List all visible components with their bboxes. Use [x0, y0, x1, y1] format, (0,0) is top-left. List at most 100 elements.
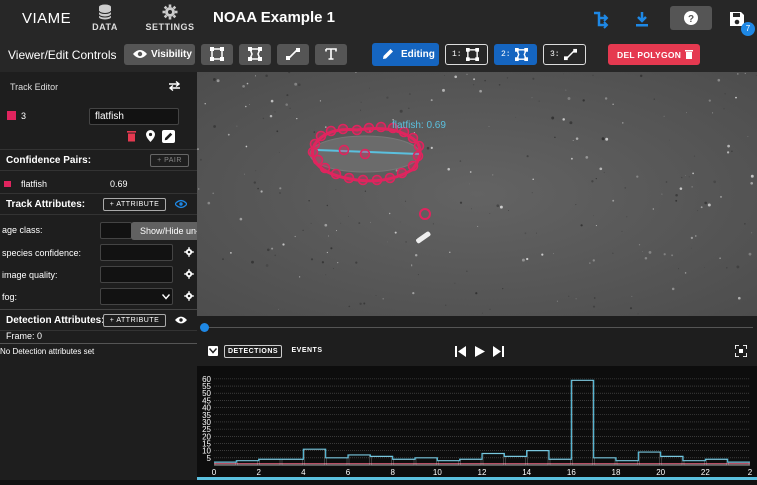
speck: [257, 187, 259, 190]
species-confidence-input[interactable]: [100, 244, 173, 261]
polygon-handle[interactable]: [351, 124, 363, 136]
speck: [394, 231, 397, 234]
eye-icon[interactable]: [175, 315, 187, 325]
speck: [502, 288, 504, 290]
visibility-button[interactable]: Visibility: [124, 44, 195, 65]
polygon-handle[interactable]: [343, 172, 355, 184]
polygon-handle[interactable]: [315, 130, 327, 142]
skip-previous-icon[interactable]: [455, 346, 466, 357]
polygon-handle[interactable]: [363, 122, 375, 134]
image-viewer[interactable]: flatfish: 0.69: [197, 72, 757, 316]
speck: [750, 174, 754, 178]
speck: [688, 176, 690, 178]
mode-polygon-button[interactable]: 2:: [494, 44, 537, 65]
age-class-input[interactable]: [100, 222, 132, 239]
speck: [484, 79, 486, 82]
line-visibility-button[interactable]: [277, 44, 309, 65]
polygon-handle[interactable]: [330, 168, 342, 180]
speck: [708, 99, 711, 102]
speck: [624, 186, 627, 189]
track-type-input[interactable]: flatfish: [89, 108, 179, 125]
polygon-handle[interactable]: [375, 121, 387, 133]
delete-polygon-label: DEL POLYGON: [617, 50, 682, 60]
gear-icon[interactable]: [184, 269, 194, 279]
mode-rectangle-button[interactable]: 1:: [445, 44, 488, 65]
speck: [360, 101, 362, 103]
polygon-handle[interactable]: [407, 132, 419, 144]
collapse-toggle[interactable]: [208, 346, 218, 356]
nav-data-button[interactable]: DATA: [78, 2, 132, 36]
edit-track-button[interactable]: [162, 130, 175, 143]
bar-outline: [259, 459, 281, 466]
polygon-handle[interactable]: [396, 167, 408, 179]
add-detection-attribute-button[interactable]: + ATTRIBUTE: [103, 314, 166, 327]
play-icon[interactable]: [475, 346, 485, 357]
polygon-handle[interactable]: [337, 123, 349, 135]
timeline-handle[interactable]: [200, 323, 209, 332]
speck: [692, 172, 694, 175]
gear-icon[interactable]: [184, 247, 194, 257]
speck: [719, 257, 721, 259]
speck: [310, 222, 312, 224]
timeline-slider[interactable]: [197, 316, 757, 338]
delete-polygon-button[interactable]: DEL POLYGON: [608, 44, 700, 65]
app-brand[interactable]: VIAME: [22, 10, 71, 27]
speck: [335, 189, 337, 191]
fullscreen-icon[interactable]: [735, 345, 747, 357]
gear-icon[interactable]: [184, 291, 194, 301]
merge-icon[interactable]: [590, 9, 610, 29]
polygon-handle[interactable]: [325, 125, 337, 137]
nav-settings-button[interactable]: SETTINGS: [143, 2, 197, 36]
polygon-handle[interactable]: [371, 174, 383, 186]
speck: [551, 116, 555, 120]
mode-line-label: 3:: [550, 50, 560, 59]
eye-icon[interactable]: [175, 199, 187, 209]
polygon-handle[interactable]: [359, 148, 371, 160]
trash-icon[interactable]: [127, 130, 136, 142]
polygon-handle[interactable]: [307, 146, 319, 158]
x-tick-label: 18: [612, 468, 621, 477]
speck: [375, 294, 377, 297]
polygon-handle[interactable]: [384, 172, 396, 184]
swap-icon[interactable]: [168, 81, 181, 91]
speck: [472, 84, 475, 86]
tab-events[interactable]: EVENTS: [289, 345, 325, 358]
app-header: VIAME DATA SETTINGS NOAA Example 1 ? 7: [0, 0, 757, 38]
track-color-swatch: [7, 111, 16, 120]
image-quality-input[interactable]: [100, 266, 173, 283]
track-attributes-title: Track Attributes:: [6, 199, 86, 210]
speck: [479, 89, 482, 93]
speck: [447, 167, 450, 171]
text-icon: [325, 48, 337, 60]
bar-outline: [237, 460, 258, 466]
speck: [580, 224, 583, 227]
speck: [473, 78, 476, 81]
polygon-handle[interactable]: [407, 160, 419, 172]
add-pair-button[interactable]: + PAIR: [150, 154, 189, 167]
polygon-handle[interactable]: [412, 150, 424, 162]
speck: [212, 77, 216, 81]
polygon-handle[interactable]: [413, 140, 425, 152]
viewer-canvas[interactable]: flatfish: 0.69: [197, 72, 757, 316]
map-marker-icon[interactable]: [146, 130, 155, 142]
save-count-badge: 7: [741, 22, 755, 36]
download-icon[interactable]: [632, 9, 652, 29]
polygon-handle[interactable]: [338, 144, 350, 156]
skip-next-icon[interactable]: [493, 346, 504, 357]
tab-detections[interactable]: DETECTIONS: [224, 345, 282, 358]
mode-line-button[interactable]: 3:: [543, 44, 586, 65]
add-track-attribute-button[interactable]: + ATTRIBUTE: [103, 198, 166, 211]
rectangle-visibility-button[interactable]: [201, 44, 233, 65]
help-button[interactable]: ?: [670, 6, 712, 30]
polygon-handle[interactable]: [319, 162, 331, 174]
speck: [735, 96, 737, 99]
speck: [319, 100, 322, 102]
text-visibility-button[interactable]: [315, 44, 347, 65]
polygon-handle[interactable]: [357, 174, 369, 186]
fog-select[interactable]: [100, 288, 173, 305]
editing-button[interactable]: Editing: [372, 43, 439, 66]
speck: [595, 177, 597, 180]
polygon-visibility-button[interactable]: [239, 44, 271, 65]
speck: [524, 232, 527, 235]
speck: [212, 192, 215, 195]
